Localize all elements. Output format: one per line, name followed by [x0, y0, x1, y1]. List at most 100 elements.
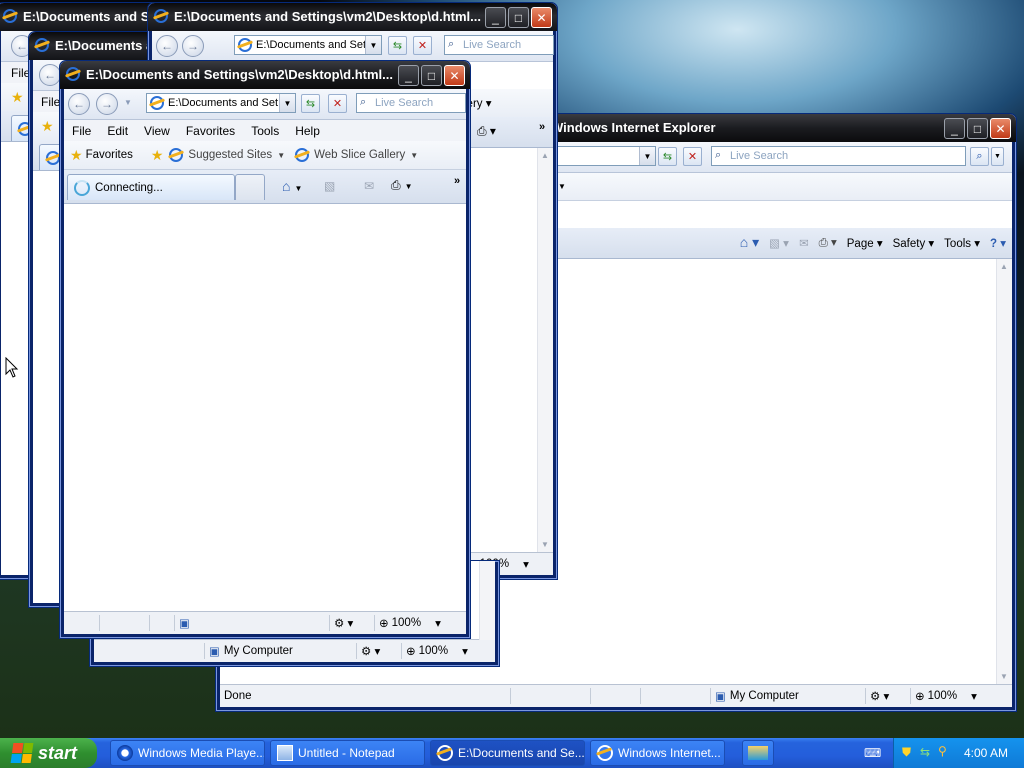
- scroll-down-icon[interactable]: ▼: [539, 539, 551, 551]
- mail-icon[interactable]: ✉: [364, 179, 374, 193]
- feeds-icon[interactable]: ▧ ▾: [769, 236, 789, 250]
- taskbar-item-ie-documents[interactable]: E:\Documents and Se...: [430, 740, 585, 766]
- mail-icon[interactable]: ✉: [799, 236, 809, 250]
- menu-tools[interactable]: Tools: [243, 124, 287, 138]
- maximize-button[interactable]: □: [421, 65, 442, 86]
- ie-icon: [3, 9, 17, 23]
- menu-view[interactable]: View: [136, 124, 178, 138]
- nav-bar: ← → ▼ E:\Documents and Set ▼ ⇆ ✕ ⌕ Live …: [64, 89, 466, 120]
- search-icon: ⌕: [715, 149, 722, 161]
- address-bar[interactable]: E:\Documents and Set ▼: [146, 93, 296, 113]
- taskbar-item-group[interactable]: [742, 740, 774, 766]
- vertical-scrollbar[interactable]: [479, 561, 495, 640]
- close-button[interactable]: ✕: [531, 7, 552, 28]
- address-bar[interactable]: E:\Documents and Set ▼: [234, 35, 382, 55]
- zoom-control[interactable]: ⊕ 100% ▾: [910, 688, 990, 704]
- search-tray-icon[interactable]: ⚲: [938, 744, 947, 758]
- back-button[interactable]: ←: [68, 93, 90, 115]
- menu-file[interactable]: File: [64, 124, 99, 138]
- network-icon[interactable]: ⇆: [920, 745, 930, 759]
- favorites-button[interactable]: ★ Favorites: [70, 147, 133, 164]
- back-button[interactable]: ←: [156, 35, 178, 57]
- page-menu[interactable]: Page ▾: [847, 236, 883, 250]
- stop-button[interactable]: ✕: [328, 94, 347, 113]
- mouse-cursor-icon: [5, 357, 19, 378]
- address-dropdown[interactable]: ▼: [639, 147, 655, 165]
- title-bar[interactable]: E:\Documents and Settings\vm2\Desktop\d.…: [60, 61, 470, 89]
- status-cell: [510, 688, 590, 704]
- protected-mode-icon[interactable]: ⚙ ▾: [865, 688, 910, 704]
- stop-button[interactable]: ✕: [413, 36, 432, 55]
- search-input[interactable]: ⌕ Live Search: [356, 93, 466, 113]
- scroll-up-icon[interactable]: ▲: [998, 261, 1010, 273]
- maximize-button[interactable]: □: [967, 118, 988, 139]
- security-shield-icon[interactable]: ⛊: [902, 745, 911, 760]
- vertical-scrollbar[interactable]: ▲ ▼: [996, 259, 1012, 685]
- clock[interactable]: 4:00 AM: [964, 746, 1008, 760]
- dropdown-arrow-icon[interactable]: ▼: [558, 182, 566, 191]
- search-options-button[interactable]: ▼: [991, 147, 1004, 166]
- help-icon[interactable]: ? ▾: [990, 236, 1006, 250]
- search-button[interactable]: ⌕: [970, 147, 989, 166]
- address-dropdown[interactable]: ▼: [279, 94, 295, 112]
- start-button[interactable]: start: [0, 738, 97, 768]
- maximize-button[interactable]: □: [508, 7, 529, 28]
- taskbar-item-ie-windows[interactable]: Windows Internet...: [590, 740, 725, 766]
- menu-help[interactable]: Help: [287, 124, 328, 138]
- vertical-scrollbar[interactable]: ▲ ▼: [537, 148, 553, 553]
- minimize-button[interactable]: _: [398, 65, 419, 86]
- window-title: Windows Internet Explorer: [551, 120, 716, 135]
- feeds-icon[interactable]: ▧: [324, 179, 335, 193]
- menu-favorites[interactable]: Favorites: [178, 124, 243, 138]
- close-button[interactable]: ✕: [444, 65, 465, 86]
- home-icon[interactable]: ⌂ ▾: [740, 234, 759, 251]
- recent-pages-dropdown-icon[interactable]: ▼: [124, 98, 132, 107]
- stop-button[interactable]: ✕: [683, 147, 702, 166]
- star-icon[interactable]: ★: [11, 89, 24, 106]
- forward-button[interactable]: →: [96, 93, 118, 115]
- computer-icon: ▣: [174, 615, 329, 631]
- print-icon[interactable]: ⎙ ▾: [477, 124, 496, 139]
- favorites-bar: ★ Favorites ★ Suggested Sites ▼ Web Slic…: [64, 141, 466, 170]
- zoom-control[interactable]: ⊕ 100% ▾: [374, 615, 464, 631]
- address-dropdown[interactable]: ▼: [365, 36, 381, 54]
- protected-mode-icon[interactable]: ⚙ ▾: [356, 643, 401, 659]
- tools-menu[interactable]: Tools ▾: [944, 236, 980, 250]
- web-slice-gallery-button[interactable]: Web Slice Gallery ▼: [295, 148, 418, 162]
- add-favorite-icon[interactable]: ★: [151, 147, 164, 164]
- window-title: E:\Documents and Settings\vm2\Desktop\d.…: [174, 9, 481, 24]
- taskbar-item-media-player[interactable]: Windows Media Playe...: [110, 740, 265, 766]
- zoom-control[interactable]: ⊕ 100% ▾: [401, 643, 491, 659]
- search-input[interactable]: ⌕ Live Search: [711, 146, 966, 166]
- scroll-down-icon[interactable]: ▼: [998, 671, 1010, 683]
- menu-edit[interactable]: Edit: [99, 124, 136, 138]
- ie-window-front[interactable]: E:\Documents and Settings\vm2\Desktop\d.…: [59, 60, 471, 639]
- close-button[interactable]: ✕: [990, 118, 1011, 139]
- keyboard-icon[interactable]: ⌨: [864, 746, 881, 760]
- star-icon[interactable]: ★: [41, 118, 54, 135]
- taskbar-item-label: Windows Internet...: [618, 746, 721, 760]
- tab-connecting[interactable]: Connecting...: [67, 174, 235, 200]
- new-tab-button[interactable]: [235, 174, 265, 200]
- taskbar-item-notepad[interactable]: Untitled - Notepad: [270, 740, 425, 766]
- minimize-button[interactable]: _: [485, 7, 506, 28]
- print-icon[interactable]: ⎙ ▼: [391, 178, 413, 193]
- refresh-button[interactable]: ⇆: [658, 147, 677, 166]
- address-bar[interactable]: ▼: [556, 146, 656, 166]
- window-client: ← → ▼ E:\Documents and Set ▼ ⇆ ✕ ⌕ Live …: [64, 89, 466, 634]
- protected-mode-icon[interactable]: ⚙ ▾: [329, 615, 374, 631]
- more-chevron-icon[interactable]: »: [454, 175, 460, 187]
- refresh-button[interactable]: ⇆: [388, 36, 407, 55]
- scroll-up-icon[interactable]: ▲: [539, 150, 551, 162]
- title-bar[interactable]: E:\Documents and Settings\vm2\Desktop\d.…: [148, 3, 557, 31]
- home-icon[interactable]: ⌂ ▼: [282, 178, 302, 194]
- forward-button[interactable]: →: [182, 35, 204, 57]
- more-chevron-icon[interactable]: »: [539, 121, 545, 133]
- search-input[interactable]: ⌕ Live Search: [444, 35, 554, 55]
- refresh-button[interactable]: ⇆: [301, 94, 320, 113]
- print-icon[interactable]: ⎙ ▾: [819, 235, 837, 250]
- back-button[interactable]: ←: [39, 64, 61, 86]
- suggested-sites-button[interactable]: Suggested Sites ▼: [169, 148, 285, 162]
- safety-menu[interactable]: Safety ▾: [893, 236, 935, 250]
- minimize-button[interactable]: _: [944, 118, 965, 139]
